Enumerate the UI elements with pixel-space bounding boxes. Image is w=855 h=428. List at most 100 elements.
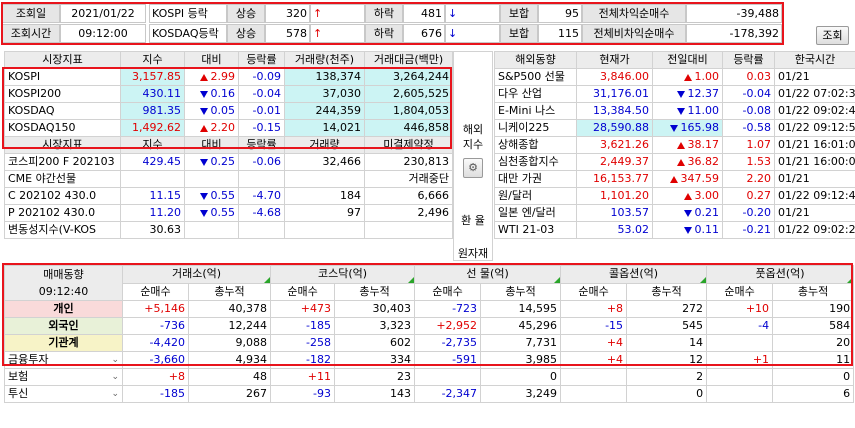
col-cumulative: 총누적 <box>480 282 562 301</box>
gear-icon[interactable]: ⚙ <box>463 158 483 178</box>
cumulative-value: 3,985 <box>480 351 562 369</box>
overseas-price: 53.02 <box>576 221 653 239</box>
net-buy-value <box>560 385 628 403</box>
change-value: 0.21 <box>694 206 720 219</box>
overseas-price: 31,176.01 <box>576 85 653 103</box>
change-value: 0.05 <box>210 104 236 117</box>
index-volume: 37,030 <box>284 85 365 103</box>
table-row[interactable]: P 202102 430.0 11.20 0.55 -4.68 97 2,496 <box>4 204 453 222</box>
table-row[interactable]: CME 야간선물 거래중단 <box>4 170 453 188</box>
group-kosdaq[interactable]: 코스닥(억) <box>270 265 416 284</box>
table-row[interactable]: 기관계 -4,420 9,088 -258 602 -2,735 7,731 +4 14 20 <box>4 334 855 352</box>
table-row[interactable]: E-Mini 나스 13,384.50 11.00 -0.08 01/22 09:02:… <box>494 102 855 120</box>
cumulative-value: 3,323 <box>334 317 416 335</box>
change-value: 0.16 <box>210 87 236 100</box>
derivative-change: 0.55 <box>184 204 239 222</box>
cumulative-value: 6 <box>772 385 855 403</box>
cumulative-value: 584 <box>772 317 855 335</box>
kosdaq-up-count: 578 <box>265 24 310 43</box>
table-row[interactable]: 개인 +5,146 40,378 +473 30,403 -723 14,595 +8 272 +… <box>4 300 855 318</box>
group-put[interactable]: 풋옵션(억) <box>706 265 855 284</box>
table-row[interactable]: KOSPI 3,157.85 2.99 -0.09 138,374 3,264,244 <box>4 68 453 86</box>
cumulative-value: 14 <box>626 334 708 352</box>
overseas-index-label: 해외 지수 <box>462 123 484 151</box>
cumulative-value: 9,088 <box>187 334 272 352</box>
net-buy-value: -258 <box>270 334 336 352</box>
total-arb-label: 전체차익순매수 <box>582 4 686 23</box>
derivative-volume <box>284 170 365 188</box>
table-row[interactable]: 상해종합 3,621.26 38.17 1.07 01/21 16:01:05 <box>494 136 855 154</box>
overseas-rate: 0.27 <box>722 187 775 205</box>
chevron-down-icon[interactable]: ⌄ <box>111 387 119 402</box>
table-row[interactable]: 외국인 -736 12,244 -185 3,323 +2,952 45,296 -15 545… <box>4 317 855 335</box>
net-buy-value: +11 <box>270 368 336 386</box>
cumulative-value: 0 <box>480 368 562 386</box>
derivative-rate: -4.70 <box>238 187 285 205</box>
investor-name[interactable]: 보험 ⌄ <box>4 368 123 386</box>
overseas-name: 다우 산업 <box>494 85 577 103</box>
cumulative-value: 4,934 <box>187 351 272 369</box>
col-cumulative: 총누적 <box>334 282 416 301</box>
chevron-down-icon[interactable]: ⌄ <box>111 353 119 368</box>
table-row[interactable]: 금융투자 ⌄ -3,660 4,934 -182 334 -591 3,985 +4 12 +1 11 <box>4 351 855 369</box>
table-row[interactable]: 다우 산업 31,176.01 12.37 -0.04 01/22 07:02:36 <box>494 85 855 103</box>
kospi-up-count: 320 <box>265 4 310 23</box>
refresh-button[interactable]: 조회 <box>816 26 849 45</box>
table-row[interactable]: KOSDAQ150 1,492.62 2.20 -0.15 14,021 446,858 <box>4 119 453 137</box>
top-info-bar: 조회일 2021/01/22 조회시간 09:12:00 KOSPI 등락 상승… <box>0 0 855 46</box>
group-call[interactable]: 콜옵션(억) <box>560 265 708 284</box>
overseas-rate: -0.58 <box>722 119 775 137</box>
overseas-change: 0.21 <box>652 204 723 222</box>
net-buy-value: +2,952 <box>414 317 482 335</box>
table-row[interactable]: 심천종합지수 2,449.37 36.82 1.53 01/21 16:00:03 <box>494 153 855 171</box>
index-value: 3,157.85 <box>120 68 185 86</box>
group-exchange[interactable]: 거래소(억) <box>121 265 272 284</box>
index-value: 981.35 <box>120 102 185 120</box>
table-row[interactable]: 대만 가권 16,153.77 347.59 2.20 01/21 <box>494 170 855 188</box>
derivative-rate: -4.68 <box>238 204 285 222</box>
overseas-change: 12.37 <box>652 85 723 103</box>
group-put-label: 풋옵션(억) <box>755 267 805 281</box>
down-triangle-icon <box>199 90 208 98</box>
corner-marker-icon <box>847 276 853 283</box>
derivative-index <box>120 170 185 188</box>
kospi-flat-label: 보합 <box>500 4 538 23</box>
overseas-price: 28,590.88 <box>576 119 653 137</box>
overseas-time: 01/22 09:02:46 <box>774 102 855 120</box>
group-call-label: 콜옵션(억) <box>609 267 659 281</box>
query-time-field[interactable]: 09:12:00 <box>60 24 146 43</box>
table-row[interactable]: 보험 ⌄ +8 48 +11 23 0 2 0 <box>4 368 855 386</box>
table-row[interactable]: 일본 엔/달러 103.57 0.21 -0.20 01/21 <box>494 204 855 222</box>
corner-marker-icon <box>554 276 560 283</box>
table-row[interactable]: KOSPI200 430.11 0.16 -0.04 37,030 2,605,525 <box>4 85 453 103</box>
table-row[interactable]: 변동성지수(V-KOS 30.63 <box>4 221 453 239</box>
index-rate: -0.04 <box>238 85 285 103</box>
overseas-change: 3.00 <box>652 187 723 205</box>
net-buy-value: -185 <box>122 385 189 403</box>
investor-name[interactable]: 투신 ⌄ <box>4 385 123 403</box>
overseas-name: E-Mini 나스 <box>494 102 577 120</box>
trading-flow-table: 매매동향 09:12:40 거래소(억) 코스닥(억) 선 물(억) 콜옵션(억… <box>4 265 855 403</box>
table-row[interactable]: WTI 21-03 53.02 0.11 -0.21 01/22 09:02:25 <box>494 221 855 239</box>
table-row[interactable]: 투신 ⌄ -185 267 -93 143 -2,347 3,249 0 6 <box>4 385 855 403</box>
net-buy-value: +10 <box>706 300 774 318</box>
overseas-name: 심천종합지수 <box>494 153 577 171</box>
derivative-volume: 32,466 <box>284 153 365 171</box>
overseas-name: S&P500 선물 <box>494 68 577 86</box>
overseas-time: 01/22 09:12:41 <box>774 187 855 205</box>
chevron-down-icon[interactable]: ⌄ <box>111 370 119 385</box>
table-row[interactable]: 니케이225 28,590.88 165.98 -0.58 01/22 09:12:50 <box>494 119 855 137</box>
group-futures[interactable]: 선 물(억) <box>414 265 562 284</box>
table-row[interactable]: 원/달러 1,101.20 3.00 0.27 01/22 09:12:41 <box>494 187 855 205</box>
query-date-field[interactable]: 2021/01/22 <box>60 4 146 23</box>
table-row[interactable]: C 202102 430.0 11.15 0.55 -4.70 184 6,666 <box>4 187 453 205</box>
change-value: 2.99 <box>210 70 236 83</box>
table-row[interactable]: KOSDAQ 981.35 0.05 -0.01 244,359 1,804,053 <box>4 102 453 120</box>
total-arb-value: -39,488 <box>686 4 782 23</box>
cumulative-value: 334 <box>334 351 416 369</box>
down-triangle-icon <box>676 90 685 98</box>
change-value: 165.98 <box>680 121 720 134</box>
investor-name[interactable]: 금융투자 ⌄ <box>4 351 123 369</box>
table-row[interactable]: S&P500 선물 3,846.00 1.00 0.03 01/21 <box>494 68 855 86</box>
table-row[interactable]: 코스피200 F 202103 429.45 0.25 -0.06 32,466 230,… <box>4 153 453 171</box>
